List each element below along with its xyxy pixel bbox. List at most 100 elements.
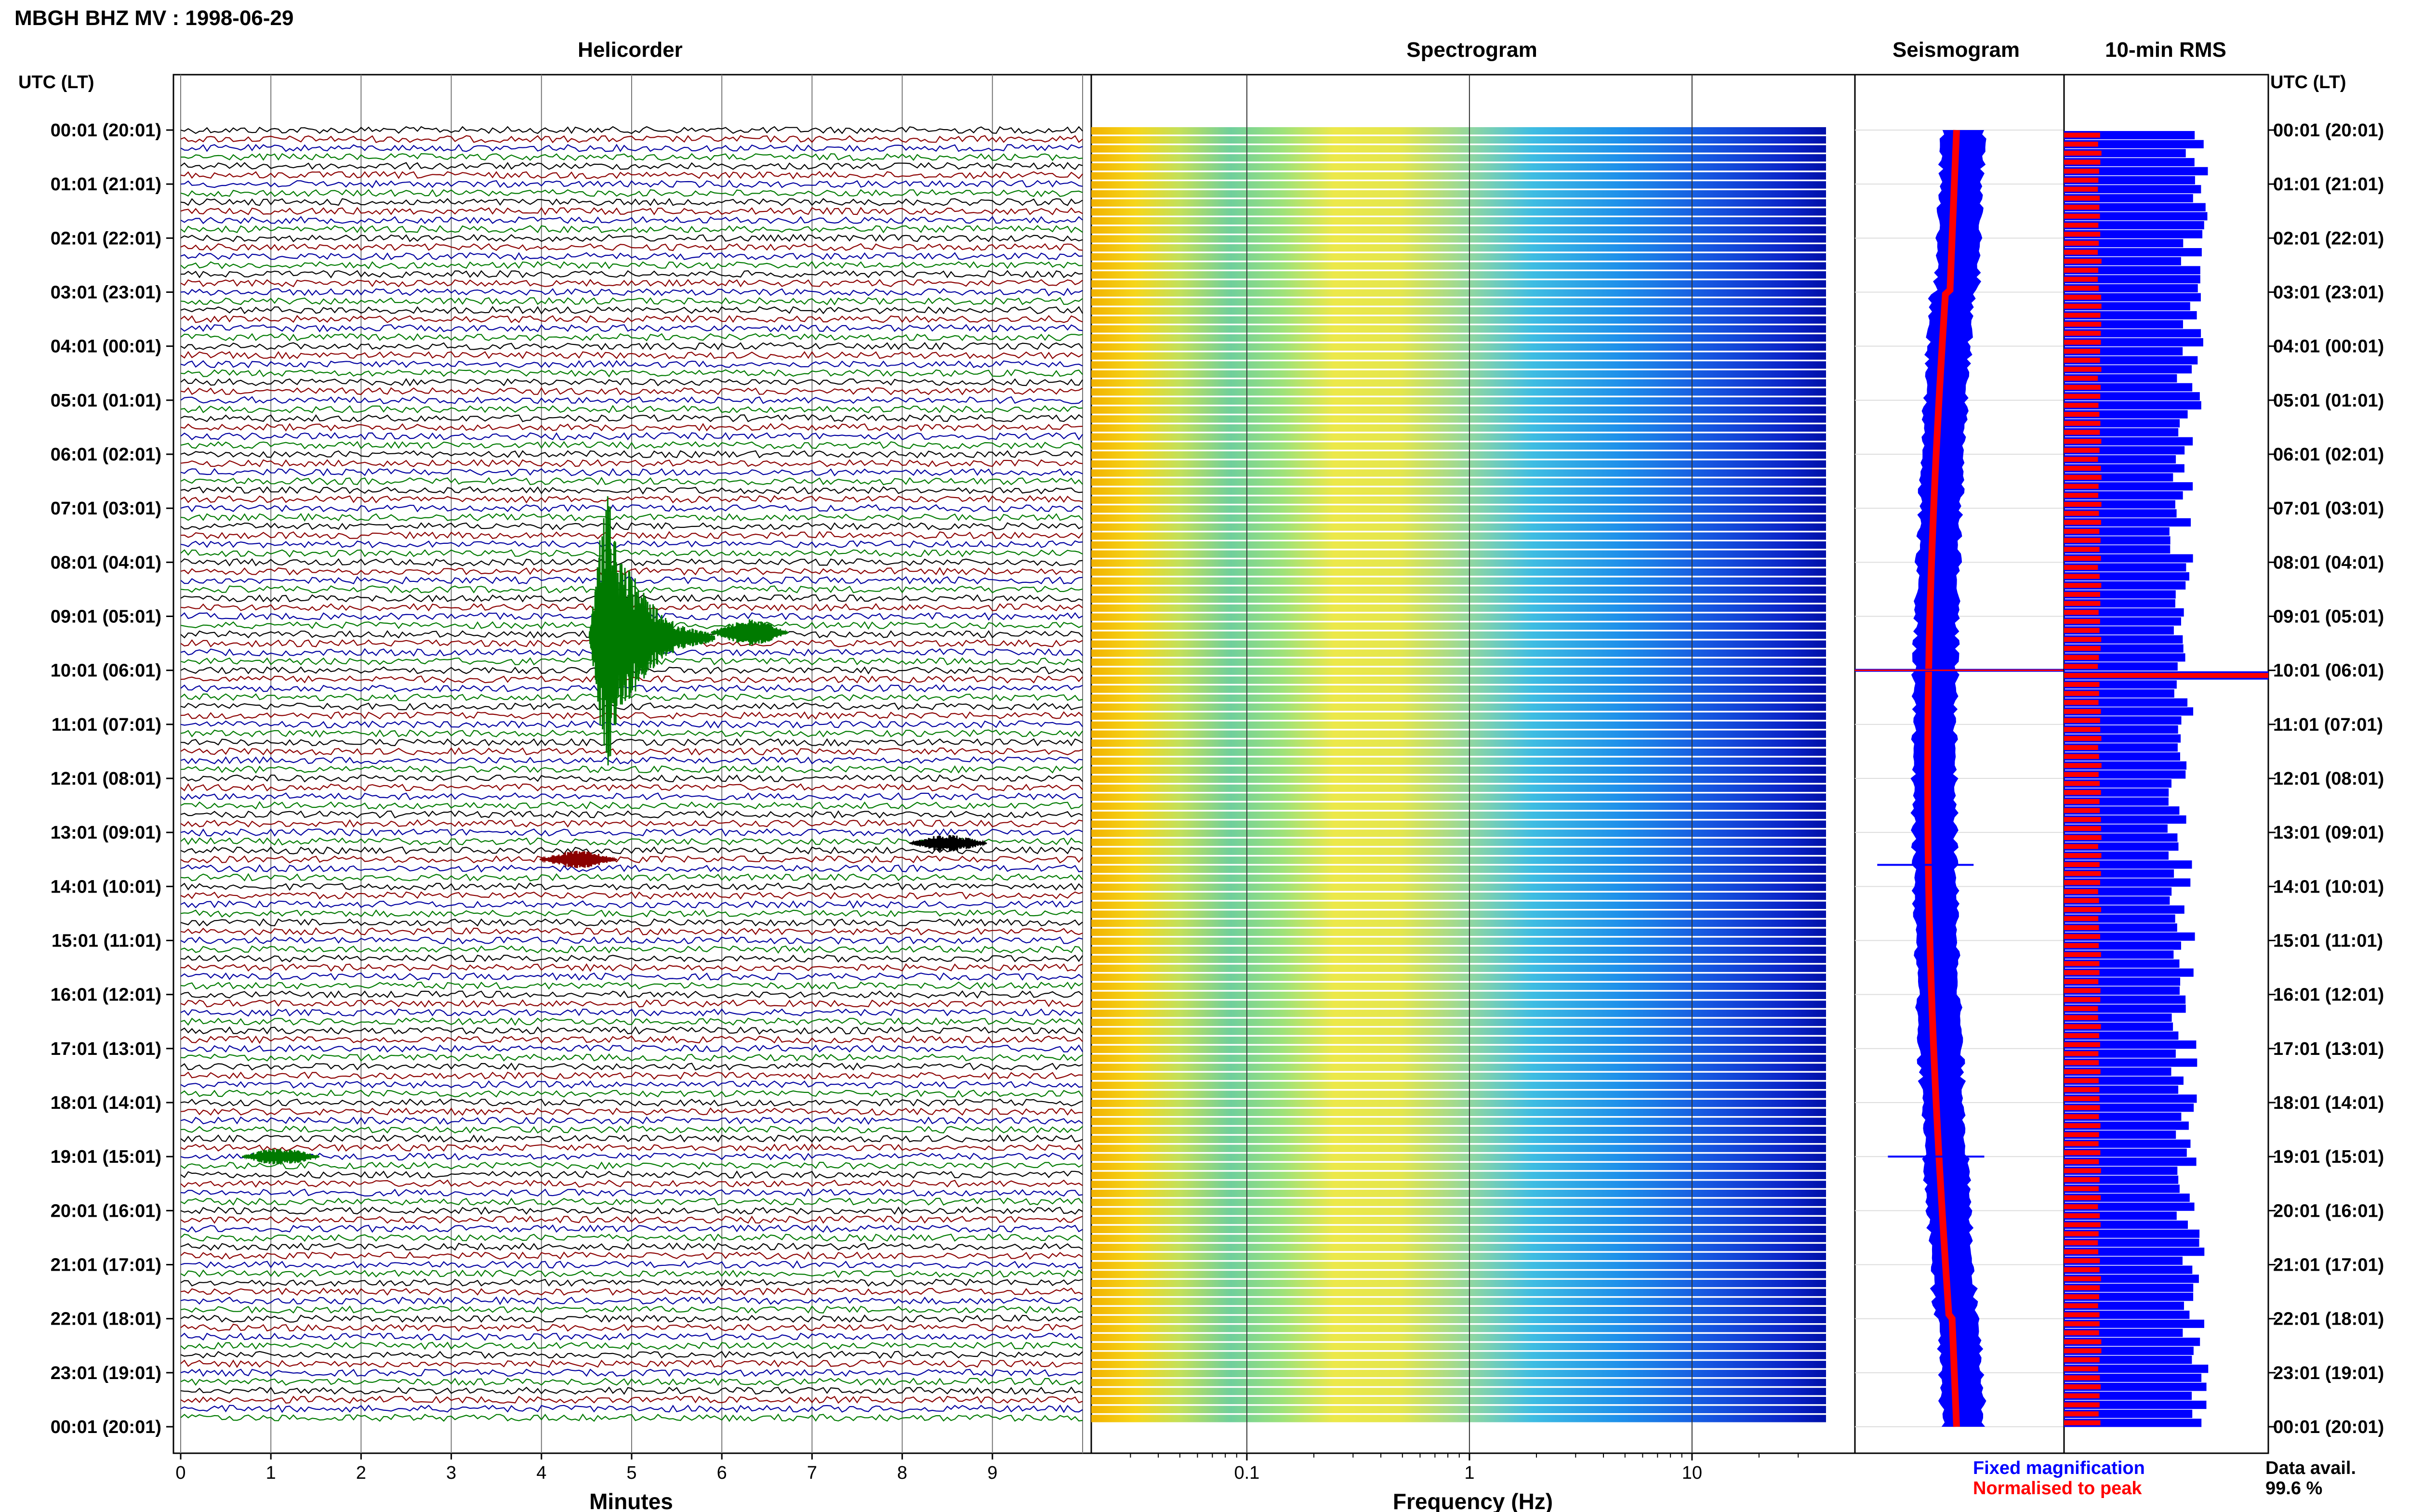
spectrogram-row [1091,1244,1826,1251]
time-tick-label-right: 11:01 (07:01) [2273,715,2383,735]
rms-bar-normalised [2064,565,2098,570]
spectrogram-row [1091,505,1826,513]
time-tick-label-left: 00:01 (20:01) [51,120,161,141]
station-title: MBGH BHZ MV : 1998-06-29 [14,6,293,30]
spectrogram-row [1091,379,1826,387]
spectrogram-row [1091,947,1826,954]
spectrogram-row [1091,154,1826,162]
spectrogram-row [1091,163,1826,171]
time-axis-left: 00:01 (20:01) 01:01 (21:01) 02:01 (22:01) 0… [51,120,173,1437]
minute-tick-label: 1 [266,1463,276,1483]
spectrogram-row [1091,1315,1826,1323]
rms-bar-normalised [2064,979,2099,984]
spectrogram-row [1091,1342,1826,1351]
time-tick-label-left: 17:01 (13:01) [51,1039,161,1059]
rms-bar-normalised [2064,1195,2101,1200]
rms-bar-normalised [2064,186,2098,192]
time-tick-label-right: 00:01 (20:01) [2273,1417,2384,1437]
rms-bar-normalised [2064,1141,2099,1146]
spectrogram-row [1091,1406,1826,1413]
spectrogram-row [1091,145,1826,153]
time-tick-label-right: 10:01 (06:01) [2273,661,2384,681]
spectrogram-row [1091,964,1826,972]
spectrogram-row [1091,1144,1826,1152]
rms-bar-normalised [2064,601,2101,606]
rms-bar-normalised [2064,1276,2101,1281]
rms-bar-normalised [2064,826,2101,831]
spectrogram-row [1091,1235,1826,1242]
spectrogram-row [1091,820,1826,828]
rms-bar-normalised [2064,1384,2101,1390]
rms-bar-normalised [2064,196,2100,201]
spectrogram-row [1091,298,1826,306]
rms-bar-normalised [2064,1420,2101,1425]
time-tick-label-left: 12:01 (08:01) [51,769,161,789]
rms-bar-normalised [2064,303,2102,309]
time-tick-label-left: 23:01 (19:01) [51,1363,161,1383]
helicorder-x-label: Minutes [589,1489,673,1512]
spectrogram-row [1091,685,1826,693]
time-tick-label-right: 12:01 (08:01) [2273,769,2384,789]
spectrogram-row [1091,370,1826,378]
spectrogram-row [1091,127,1826,135]
spectrogram-row [1091,325,1826,333]
spectrogram-row [1091,1396,1826,1405]
rms-bar-normalised [2064,961,2100,966]
rms-bar-normalised [2064,1186,2099,1191]
spectrogram-row [1091,586,1826,594]
spectrogram-row [1091,496,1826,504]
rms-bar-normalised [2064,1240,2098,1246]
spectrogram-row [1091,757,1826,765]
rms-bar-normalised [2064,1114,2099,1119]
spectrogram-row [1091,802,1826,810]
rms-bar-normalised [2064,1168,2101,1173]
spectrogram-row [1091,604,1826,612]
seismogram-title: Seismogram [1893,38,2020,62]
rms-bar-normalised [2064,880,2100,885]
spectrogram-row [1091,244,1826,252]
rms-bar-normalised [2064,169,2099,174]
time-tick-label-left: 00:01 (20:01) [51,1417,161,1437]
rms-bar-normalised [2064,529,2100,534]
rms-panel [2063,74,2269,1454]
spectrogram-row [1091,793,1826,801]
spectrogram-row [1091,199,1826,207]
rms-bar-normalised [2064,790,2101,795]
rms-bar-normalised [2064,943,2099,948]
spectrogram-row [1091,649,1826,657]
rms-bar-normalised [2064,1078,2099,1083]
spectrogram-row [1091,1415,1826,1422]
spectrogram-row [1091,1225,1826,1233]
rms-bar-normalised [2064,592,2100,597]
rms-bar-normalised [2064,439,2102,444]
rms-bar-normalised [2064,988,2101,993]
seismogram-panel [1854,74,2065,1454]
spectrogram-row [1091,514,1826,522]
time-axis-header-right: UTC (LT) [2270,72,2346,92]
rms-bar-normalised [2064,844,2098,849]
rms-bar-normalised [2064,718,2100,723]
rms-bar-normalised [2064,1258,2100,1263]
rms-bar-normalised [2064,556,2101,561]
rms-bar-normalised [2064,970,2100,975]
time-tick-label-left: 05:01 (01:01) [51,391,161,411]
rms-bar-normalised [2064,673,2268,678]
spectrogram-row [1091,856,1826,864]
rms-bar-normalised [2064,1249,2098,1254]
rms-bar-normalised [2064,997,2101,1002]
spectrogram-row [1091,559,1826,567]
spectrogram-row [1091,1010,1826,1017]
rms-bar-normalised [2064,871,2101,876]
spectrogram-row [1091,397,1826,405]
helicorder-title: Helicorder [578,38,683,62]
rms-bar-normalised [2064,889,2098,894]
time-tick-label-right: 04:01 (00:01) [2273,337,2384,357]
spectrogram-row [1091,631,1826,639]
rms-bar-normalised [2064,925,2099,930]
data-avail-label: Data avail. [2265,1458,2356,1478]
spectrogram-row [1091,280,1826,288]
helicorder-panel: 0 1 2 3 4 5 6 7 8 9 [172,74,1092,1483]
time-tick-label-left: 19:01 (15:01) [51,1147,161,1167]
spectrogram-row [1091,217,1826,225]
spectrogram-row [1091,874,1826,882]
